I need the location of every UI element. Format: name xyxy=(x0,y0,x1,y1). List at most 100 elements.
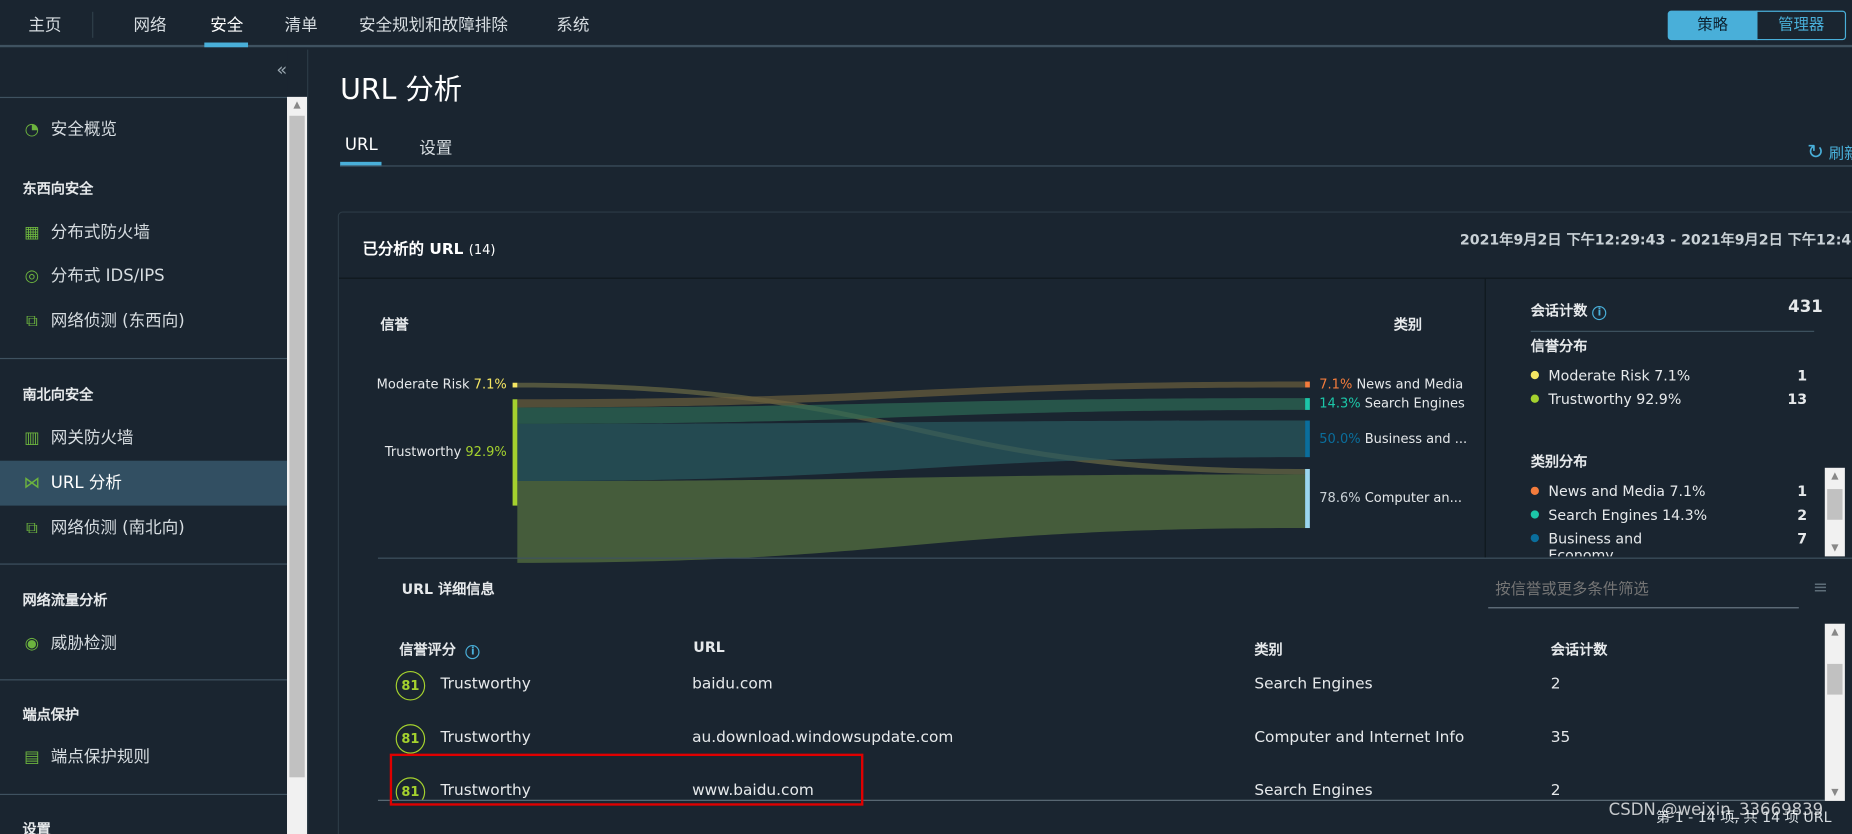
session-count-label: 会话计数 i xyxy=(1530,300,1607,321)
reputation-score-badge: 81 xyxy=(395,670,426,701)
sankey-flow[interactable] xyxy=(517,474,1306,563)
sankey-node-category[interactable] xyxy=(1305,381,1310,388)
node-pct: 7.1% xyxy=(473,376,507,393)
sankey-left-label: Trustworthy 92.9% xyxy=(385,444,507,459)
sankey-node-category[interactable] xyxy=(1305,398,1310,410)
legend-dot-icon xyxy=(1530,510,1539,519)
item-label: Search Engines 14.3% xyxy=(1548,506,1708,524)
reputation-cell: Trustworthy xyxy=(440,675,531,694)
category-distribution-list: News and Media 7.1% 1 Search Engines 14.3%… xyxy=(1486,477,1824,556)
category-distribution-title: 类别分布 xyxy=(1530,453,1588,471)
legend-dot-icon xyxy=(1530,370,1539,380)
scroll-down-icon[interactable]: ▼ xyxy=(1825,784,1845,801)
item-count: 13 xyxy=(1787,391,1808,408)
legend-dot-icon xyxy=(1530,486,1539,495)
divider xyxy=(0,679,288,681)
column-header-category[interactable]: 类别 xyxy=(1254,639,1282,659)
sankey-node-moderate-risk[interactable] xyxy=(512,382,518,388)
sessions-cell: 2 xyxy=(1550,782,1561,800)
sessions-cell: 35 xyxy=(1550,728,1571,747)
policy-mode-button[interactable]: 策略 xyxy=(1667,10,1758,41)
category-cell: Search Engines xyxy=(1254,675,1373,694)
endpoint-icon: ▤ xyxy=(24,747,40,767)
column-header-sessions[interactable]: 会话计数 xyxy=(1551,639,1608,659)
refresh-button[interactable]: ↻ 刷新 xyxy=(1807,141,1852,165)
item-count: 1 xyxy=(1797,483,1808,500)
sankey-right-label: 50.0% Business and ... xyxy=(1319,431,1467,446)
reputation-cell: Trustworthy xyxy=(440,728,531,747)
sankey-right-label: 78.6% Computer an... xyxy=(1319,490,1462,505)
refresh-icon: ↻ xyxy=(1807,140,1824,165)
item-label: Moderate Risk 7.1% xyxy=(1548,367,1691,384)
node-pct: 78.6% xyxy=(1319,490,1361,506)
node-name: News and Media xyxy=(1356,376,1464,392)
item-label: News and Media 7.1% xyxy=(1548,483,1706,500)
manager-mode-button[interactable]: 管理器 xyxy=(1756,10,1847,41)
reputation-item: Moderate Risk 7.1% 1 xyxy=(1530,367,1808,384)
scroll-up-icon[interactable]: ▲ xyxy=(1825,624,1845,641)
item-label: 威胁检测 xyxy=(50,634,117,654)
filter-input[interactable] xyxy=(1488,572,1799,609)
watermark: CSDN @weixin_33669839 xyxy=(1608,800,1824,820)
sankey-right-label: 14.3% Search Engines xyxy=(1319,396,1464,411)
sankey-node-trustworthy[interactable] xyxy=(512,399,518,506)
url-cell[interactable]: baidu.com xyxy=(692,676,773,694)
sankey-right-label: 7.1% News and Media xyxy=(1319,376,1463,391)
time-range: 2021年9月2日 下午12:29:43 - 2021年9月2日 下午12:49… xyxy=(1459,231,1852,249)
sankey-node-category[interactable] xyxy=(1305,420,1310,458)
legend-dot-icon xyxy=(1530,533,1539,543)
category-item: News and Media 7.1% 1 xyxy=(1530,483,1808,500)
node-pct: 50.0% xyxy=(1319,430,1361,446)
session-count-label-text: 会话计数 xyxy=(1530,302,1588,319)
item-label: 端点保护规则 xyxy=(50,747,150,767)
sidebar-item-threat-detection[interactable]: ◉ 威胁检测 xyxy=(0,621,287,666)
item-count: 1 xyxy=(1797,367,1808,384)
scroll-thumb[interactable] xyxy=(1827,489,1843,520)
divider xyxy=(1530,330,1815,332)
sankey-chart xyxy=(512,381,1310,563)
refresh-label: 刷新 xyxy=(1828,145,1852,164)
item-count: 7 xyxy=(1797,530,1808,547)
table-scrollbar[interactable]: ▲ ▼ xyxy=(1824,623,1845,801)
sankey-flow[interactable] xyxy=(517,420,1306,482)
item-label: Business and Economy 50.0% xyxy=(1548,530,1643,557)
scroll-thumb[interactable] xyxy=(1827,663,1843,695)
table-row[interactable]: 81 Trustworthy baidu.com Search Engines … xyxy=(378,667,1819,712)
info-icon[interactable]: i xyxy=(465,644,480,660)
reputation-item: Trustworthy 92.9% 13 xyxy=(1530,391,1808,408)
col-label: 信誉评分 xyxy=(399,641,456,658)
filter-icon[interactable]: ≡ xyxy=(1813,576,1828,597)
section-header-endpoint: 端点保护 xyxy=(22,706,80,723)
category-cell: Computer and Internet Info xyxy=(1254,728,1465,747)
url-cell[interactable]: au.download.windowsupdate.com xyxy=(692,729,953,747)
node-name: Moderate Risk xyxy=(376,376,470,393)
node-pct: 14.3% xyxy=(1319,395,1361,412)
sankey-left-label: Moderate Risk 7.1% xyxy=(377,377,507,392)
node-pct: 7.1% xyxy=(1319,376,1353,392)
divider xyxy=(377,557,1852,559)
threat-detection-icon: ◉ xyxy=(24,634,40,654)
column-header-reputation: 信誉评分 i xyxy=(399,639,480,660)
section-header-traffic-analysis: 网络流量分析 xyxy=(22,591,108,609)
scroll-up-icon[interactable]: ▲ xyxy=(1825,468,1845,485)
node-name: Trustworthy xyxy=(384,444,462,460)
legend-dot-icon xyxy=(1530,394,1539,403)
url-details-title: URL 详细信息 xyxy=(401,581,495,598)
reputation-score-badge: 81 xyxy=(395,724,426,754)
session-count-value: 431 xyxy=(1788,297,1823,317)
column-header-url[interactable]: URL xyxy=(693,639,724,656)
highlight-box xyxy=(389,753,864,806)
item-label: Trustworthy 92.9% xyxy=(1548,391,1682,408)
scroll-down-icon[interactable]: ▼ xyxy=(1825,540,1845,557)
info-icon[interactable]: i xyxy=(1592,305,1607,321)
sankey-node-category[interactable] xyxy=(1305,468,1310,529)
section-header-settings[interactable]: 设置 xyxy=(22,819,50,834)
divider xyxy=(0,793,288,796)
item-count: 2 xyxy=(1797,506,1808,524)
node-name: Computer an... xyxy=(1364,490,1463,506)
category-scrollbar[interactable]: ▲ ▼ xyxy=(1824,467,1845,557)
node-name: Search Engines xyxy=(1364,395,1465,412)
sidebar-item-endpoint-rules[interactable]: ▤ 端点保护规则 xyxy=(0,735,287,780)
category-cell: Search Engines xyxy=(1254,782,1373,800)
category-item: Business and Economy 50.0% 7 xyxy=(1530,530,1808,557)
